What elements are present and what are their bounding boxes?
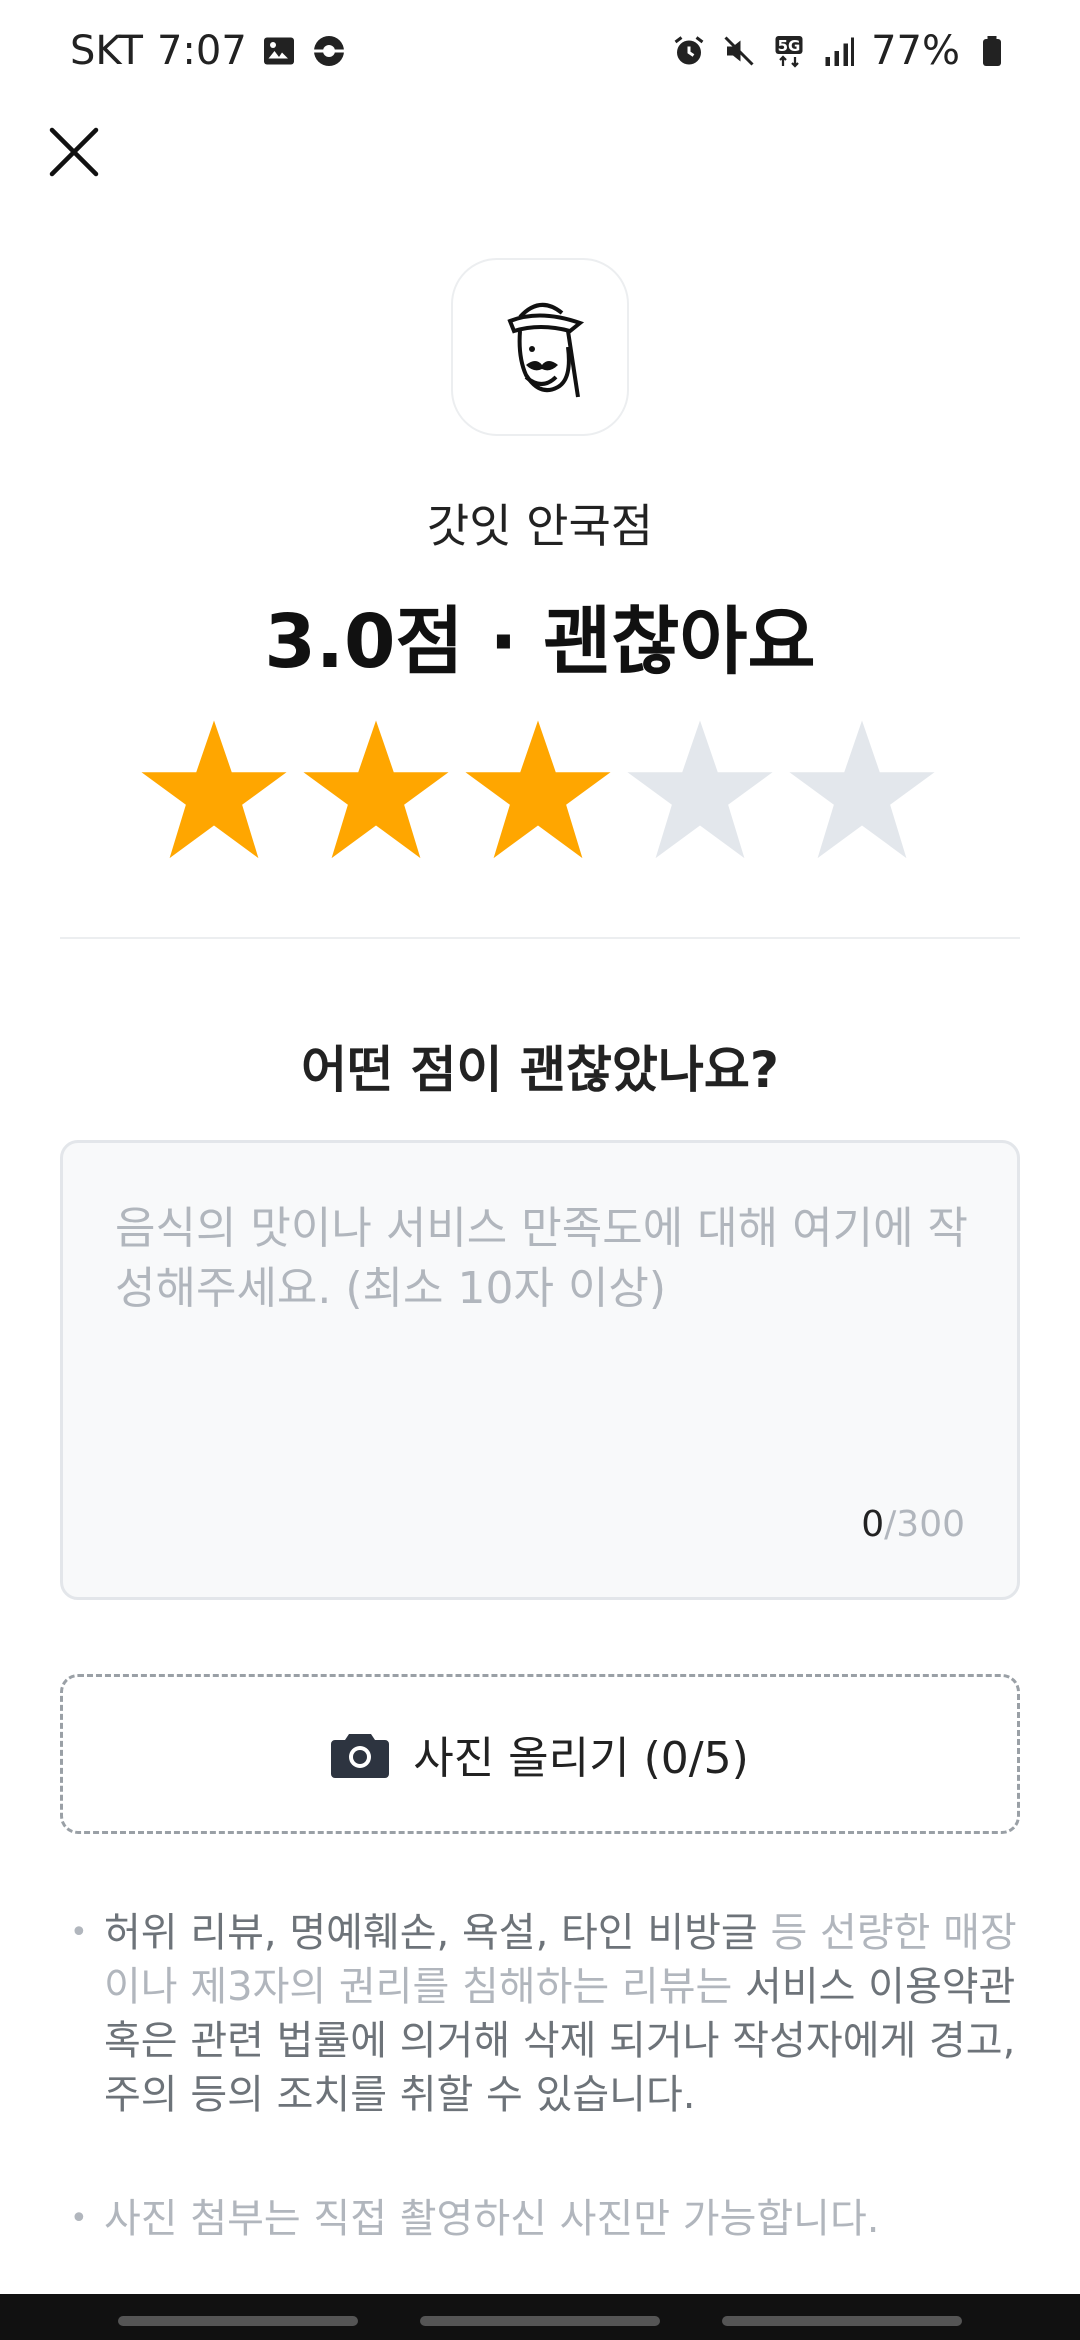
char-count: 0/300 <box>861 1504 965 1545</box>
store-name: 갓잇 안국점 <box>426 499 654 553</box>
carrier-label: SKT <box>70 28 143 74</box>
system-nav-bar <box>0 2294 1080 2340</box>
star-empty-icon[interactable] <box>788 716 936 864</box>
notice-text: 허위 리뷰, 명예훼손, 욕설, 타인 비방글 등 선량한 매장이나 제3자의 … <box>70 1906 1030 2122</box>
notice-text-part: 허위 리뷰, 명예훼손, 욕설, 타인 비방글 <box>104 1910 771 1956</box>
clock: 7:07 <box>156 28 247 74</box>
status-right: 5G 77% <box>671 28 1010 74</box>
battery-icon <box>983 36 1001 66</box>
sync-icon <box>313 36 344 66</box>
close-icon[interactable] <box>46 124 102 180</box>
review-question: 어떤 점이 괜찮았나요? <box>301 1041 779 1099</box>
divider <box>60 937 1020 939</box>
alarm-icon <box>674 36 704 65</box>
char-count-current: 0 <box>861 1504 885 1545</box>
status-bar: SKT 7:07 5G 77% <box>0 0 1080 104</box>
status-left: SKT 7:07 <box>70 28 347 74</box>
notice-item: • 허위 리뷰, 명예훼손, 욕설, 타인 비방글 등 선량한 매장이나 제3자… <box>70 1906 1030 2122</box>
review-input[interactable] <box>115 1199 975 1499</box>
review-box[interactable]: 0/300 <box>60 1140 1020 1600</box>
svg-text:5G: 5G <box>778 37 801 55</box>
notice-item: • 사진 첨부는 직접 촬영하신 사진만 가능합니다. <box>70 2192 1030 2246</box>
rating-title: 3.0점 · 괜찮아요 <box>264 599 816 685</box>
camera-icon <box>331 1734 390 1778</box>
store-logo-icon <box>507 303 585 398</box>
gallery-icon <box>263 37 294 65</box>
battery-percent: 77% <box>871 28 960 74</box>
bullet-dot: • <box>70 1915 88 1950</box>
nav-home-button[interactable] <box>420 2316 660 2326</box>
star-filled-icon[interactable] <box>464 716 612 864</box>
char-count-max: /300 <box>884 1504 965 1545</box>
notice-text: 사진 첨부는 직접 촬영하신 사진만 가능합니다. <box>104 2196 880 2242</box>
star-empty-icon[interactable] <box>626 716 774 864</box>
upload-photo-button[interactable]: 사진 올리기 (0/5) <box>60 1674 1020 1834</box>
star-filled-icon[interactable] <box>140 716 288 864</box>
star-filled-icon[interactable] <box>302 716 450 864</box>
upload-photo-label: 사진 올리기 (0/5) <box>413 1733 749 1784</box>
nav-back-button[interactable] <box>722 2316 962 2326</box>
bullet-dot: • <box>70 2201 88 2236</box>
nav-recents-button[interactable] <box>118 2316 358 2326</box>
5g-icon: 5G <box>775 36 803 68</box>
star-rating[interactable] <box>140 716 940 866</box>
mute-icon <box>724 36 754 66</box>
signal-icon <box>825 37 855 66</box>
store-logo <box>451 258 629 436</box>
